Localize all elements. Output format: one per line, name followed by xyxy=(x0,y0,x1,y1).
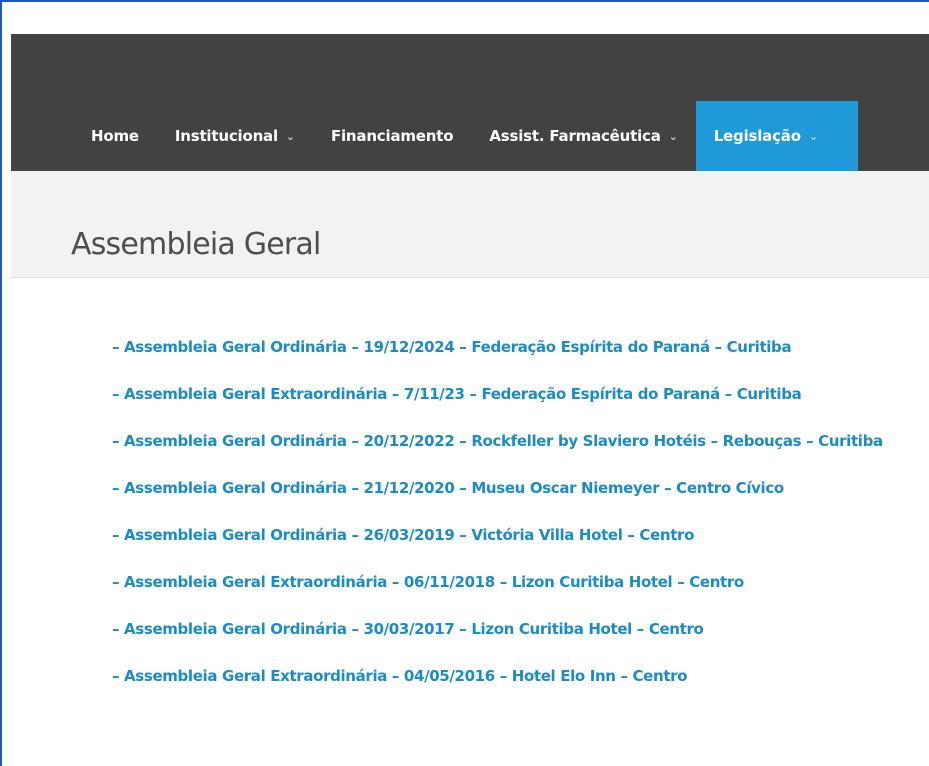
assembly-link[interactable]: – Assembleia Geral Ordinária – 20/12/202… xyxy=(112,426,902,456)
chevron-down-icon: ⌄ xyxy=(285,129,295,143)
nav-item-label: Financiamento xyxy=(330,127,454,145)
nav-item-institucional[interactable]: Institucional ⌄ xyxy=(157,101,313,171)
nav-item-legislacao[interactable]: Legislação ⌄ xyxy=(695,101,858,171)
assembly-links-list: – Assembleia Geral Ordinária – 19/12/202… xyxy=(112,332,902,708)
nav-item-label: Legislação xyxy=(713,127,801,145)
nav-item-assist-farmaceutica[interactable]: Assist. Farmacêutica ⌄ xyxy=(471,101,695,171)
page-title-bar: Assembleia Geral xyxy=(11,171,929,278)
main-navbar: Home Institucional ⌄ Financiamento Assis… xyxy=(11,34,929,171)
nav-item-label: Home xyxy=(91,127,139,145)
browser-frame: Home Institucional ⌄ Financiamento Assis… xyxy=(0,0,929,766)
main-menu: Home Institucional ⌄ Financiamento Assis… xyxy=(11,101,858,171)
assembly-link[interactable]: – Assembleia Geral Ordinária – 26/03/201… xyxy=(112,520,902,550)
chevron-down-icon: ⌄ xyxy=(668,129,678,143)
assembly-link[interactable]: – Assembleia Geral Extraordinária – 06/1… xyxy=(112,567,902,597)
assembly-link[interactable]: – Assembleia Geral Ordinária – 19/12/202… xyxy=(112,332,902,362)
top-spacer xyxy=(2,2,929,32)
nav-item-label: Institucional xyxy=(174,127,278,145)
page-title: Assembleia Geral xyxy=(71,227,321,263)
nav-item-home[interactable]: Home xyxy=(11,101,157,171)
nav-item-label: Assist. Farmacêutica xyxy=(489,127,661,145)
assembly-link[interactable]: – Assembleia Geral Ordinária – 21/12/202… xyxy=(112,473,902,503)
assembly-link[interactable]: – Assembleia Geral Ordinária – 30/03/201… xyxy=(112,614,902,644)
nav-item-financiamento[interactable]: Financiamento xyxy=(313,101,471,171)
assembly-link[interactable]: – Assembleia Geral Extraordinária – 7/11… xyxy=(112,379,902,409)
chevron-down-icon: ⌄ xyxy=(808,129,818,143)
assembly-link[interactable]: – Assembleia Geral Extraordinária – 04/0… xyxy=(112,661,902,691)
